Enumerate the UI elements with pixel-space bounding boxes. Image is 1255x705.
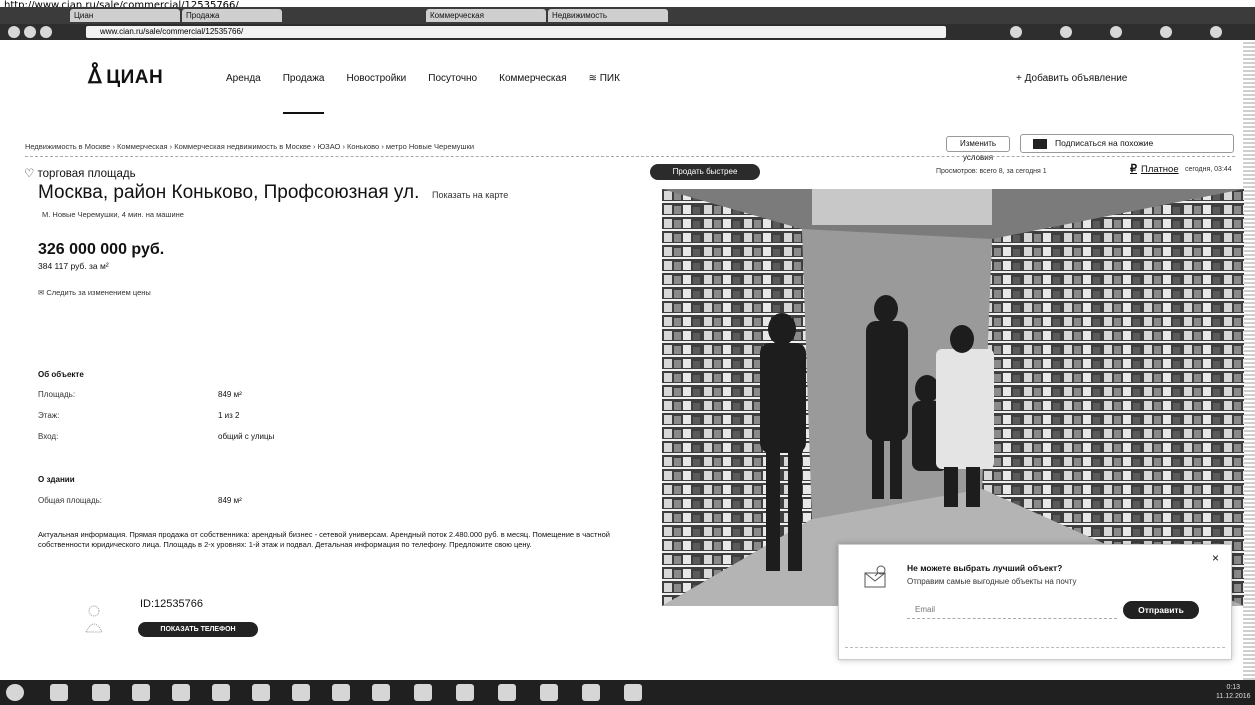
logo-text: ЦИАН	[106, 67, 164, 88]
taskbar-app-icon[interactable]	[624, 684, 642, 701]
show-phone-button[interactable]: ПОКАЗАТЬ ТЕЛЕФОН	[138, 622, 258, 637]
mail-icon	[1033, 139, 1047, 149]
nav-item-commercial[interactable]: Коммерческая	[499, 73, 566, 114]
nav-item-rent[interactable]: Аренда	[226, 73, 261, 114]
nav-item-sale[interactable]: Продажа	[282, 73, 325, 114]
address-bar-strip: www.cian.ru/sale/commercial/12535766/	[0, 24, 1255, 40]
sell-faster-button[interactable]: Продать быстрее	[650, 164, 760, 180]
subscribe-similar-button[interactable]: Подписаться на похожие	[1020, 134, 1234, 153]
price-per-m2: 384 117 руб. за м²	[38, 261, 109, 271]
taskbar	[0, 680, 1255, 705]
change-conditions-button[interactable]: Изменить условия	[946, 136, 1010, 162]
about-object-title: Об объекте	[38, 370, 84, 379]
browser-tab[interactable]: Продажа	[182, 9, 282, 22]
email-field[interactable]	[907, 601, 1117, 619]
taskbar-app-icon[interactable]	[132, 684, 150, 701]
pik-icon: ≋	[588, 73, 600, 84]
start-icon[interactable]	[6, 684, 24, 701]
envelope-search-icon	[864, 565, 886, 588]
browser-tab[interactable]: Циан	[70, 9, 180, 22]
subscribe-popup: × Не можете выбрать лучший объект? Отпра…	[838, 544, 1232, 660]
send-button[interactable]: Отправить	[1123, 601, 1199, 619]
popup-title: Не можете выбрать лучший объект?	[907, 563, 1063, 573]
follow-price-link[interactable]: ✉ Следить за изменением цены	[38, 288, 151, 297]
divider	[845, 647, 1225, 648]
total-area-value: 849 м²	[218, 496, 242, 505]
extension-icon[interactable]	[1010, 26, 1022, 38]
taskbar-app-icon[interactable]	[50, 684, 68, 701]
taskbar-app-icon[interactable]	[498, 684, 516, 701]
paid-label: Платное	[1141, 164, 1179, 175]
system-clock[interactable]: 0:13 11.12.2016	[1216, 683, 1251, 701]
nav-item-pik-label: ПИК	[599, 73, 620, 84]
browser-tab-bar: Циан Продажа Коммерческая Недвижимость	[0, 7, 1255, 24]
view-count: Просмотров: всего 8, за сегодня 1	[936, 168, 1047, 175]
clock-date: 11.12.2016	[1216, 693, 1251, 700]
agent-avatar	[85, 605, 103, 633]
scrollbar[interactable]	[1243, 40, 1255, 680]
site-logo[interactable]: ᐂ ЦИАН	[88, 64, 163, 89]
taskbar-app-icon[interactable]	[414, 684, 432, 701]
ruble-icon: ₽	[1130, 163, 1137, 175]
nav-item-pik[interactable]: ≋ ПИК	[589, 73, 620, 114]
address-input[interactable]: www.cian.ru/sale/commercial/12535766/	[86, 26, 946, 38]
floor-key: Этаж:	[38, 411, 60, 420]
divider	[25, 156, 1235, 157]
logo-icon: ᐂ	[88, 66, 103, 88]
nav-item-new-buildings[interactable]: Новостройки	[346, 73, 406, 114]
metro-info: М. Новые Черемушки, 4 мин. на машине	[42, 210, 184, 219]
taskbar-app-icon[interactable]	[456, 684, 474, 701]
taskbar-app-icon[interactable]	[372, 684, 390, 701]
taskbar-app-icon[interactable]	[332, 684, 350, 701]
popup-subtitle: Отправим самые выгодные объекты на почту	[907, 577, 1077, 586]
taskbar-app-icon[interactable]	[540, 684, 558, 701]
taskbar-app-icon[interactable]	[212, 684, 230, 701]
heart-icon[interactable]: ♡	[24, 168, 38, 180]
taskbar-app-icon[interactable]	[292, 684, 310, 701]
entrance-key: Вход:	[38, 432, 59, 441]
total-area-key: Общая площадь:	[38, 496, 103, 505]
reload-icon[interactable]	[40, 26, 52, 38]
subscribe-label: Подписаться на похожие	[1055, 138, 1154, 148]
taskbar-app-icon[interactable]	[172, 684, 190, 701]
listing-address: Москва, район Коньково, Профсоюзная ул.	[38, 182, 420, 203]
area-value: 849 м²	[218, 390, 242, 399]
taskbar-app-icon[interactable]	[252, 684, 270, 701]
price: 326 000 000 руб.	[38, 241, 165, 258]
back-icon[interactable]	[8, 26, 20, 38]
listing-description: Актуальная информация. Прямая продажа от…	[38, 530, 610, 549]
menu-icon[interactable]	[1210, 26, 1222, 38]
clock-time: 0:13	[1226, 684, 1241, 691]
about-building-title: О здании	[38, 475, 75, 484]
area-key: Площадь:	[38, 390, 76, 399]
add-listing-link[interactable]: + Добавить объявление	[1016, 73, 1127, 84]
entrance-value: общий с улицы	[218, 432, 275, 441]
taskbar-app-icon[interactable]	[92, 684, 110, 701]
main-nav: Аренда Продажа Новостройки Посуточно Ком…	[226, 73, 620, 114]
taskbar-app-icon[interactable]	[582, 684, 600, 701]
breadcrumb[interactable]: Недвижимость в Москве › Коммерческая › К…	[25, 142, 474, 151]
listing-id: ID:12535766	[140, 598, 203, 610]
extension-icon[interactable]	[1060, 26, 1072, 38]
extension-icon[interactable]	[1110, 26, 1122, 38]
listing-date: сегодня, 03:44	[1185, 166, 1232, 173]
nav-item-daily[interactable]: Посуточно	[428, 73, 477, 114]
forward-icon[interactable]	[24, 26, 36, 38]
browser-tab[interactable]: Недвижимость	[548, 9, 668, 22]
object-type-label: торговая площадь	[37, 168, 136, 180]
show-on-map-link[interactable]: Показать на карте	[432, 190, 508, 200]
floor-value: 1 из 2	[218, 411, 240, 420]
paid-badge[interactable]: ₽ Платное	[1130, 162, 1179, 175]
object-type: ♡ торговая площадь	[24, 166, 136, 180]
close-icon[interactable]: ×	[1212, 551, 1219, 565]
extension-icon[interactable]	[1160, 26, 1172, 38]
browser-tab[interactable]: Коммерческая	[426, 9, 546, 22]
